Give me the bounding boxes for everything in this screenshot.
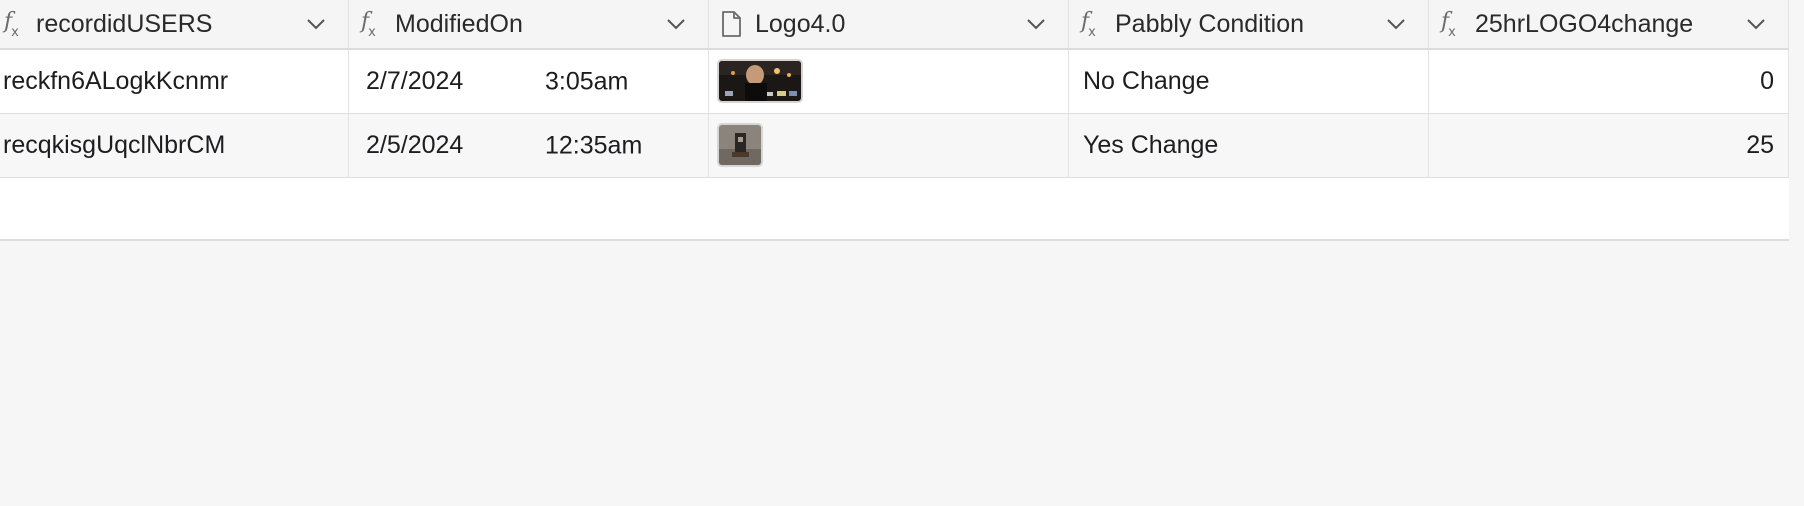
chevron-down-icon[interactable]	[662, 18, 690, 30]
cell-attachment[interactable]	[709, 114, 1069, 177]
table-row[interactable]: recqkisgUqclNbrCM 2/5/2024 12:35am Yes C…	[0, 114, 1804, 178]
table-row[interactable]: reckfn6ALogkKcnmr 2/7/2024 3:05am No Cha…	[0, 50, 1804, 114]
cell-condition[interactable]: Yes Change	[1069, 114, 1429, 177]
column-header-label: Pabbly Condition	[1115, 9, 1305, 38]
column-header-pabbly-condition[interactable]: fx Pabbly Condition	[1069, 0, 1429, 48]
cell-modifiedon[interactable]: 2/7/2024 3:05am	[349, 50, 709, 113]
cell-modifiedon[interactable]: 2/5/2024 12:35am	[349, 114, 709, 177]
column-header-recordidusers[interactable]: fx recordidUSERS	[0, 0, 349, 48]
chevron-down-icon[interactable]	[1382, 18, 1410, 30]
column-header-label: Logo4.0	[755, 9, 846, 38]
column-header-label: 25hrLOGO4change	[1475, 9, 1694, 38]
formula-icon: fx	[361, 9, 376, 40]
chevron-down-icon[interactable]	[302, 18, 330, 30]
cell-time: 12:35am	[545, 131, 643, 159]
cell-recordid[interactable]: recqkisgUqclNbrCM	[0, 114, 349, 177]
column-header-logo4[interactable]: Logo4.0	[709, 0, 1069, 48]
file-icon	[721, 11, 755, 37]
cell-attachment[interactable]	[709, 50, 1069, 113]
cell-recordid[interactable]: reckfn6ALogkKcnmr	[0, 50, 349, 113]
column-header-25hrlogo4change[interactable]: fx 25hrLOGO4change	[1429, 0, 1789, 48]
chevron-down-icon[interactable]	[1742, 18, 1770, 30]
chevron-down-icon[interactable]	[1022, 18, 1050, 30]
column-header-label: ModifiedOn	[395, 9, 523, 38]
formula-icon: fx	[4, 9, 19, 40]
attachment-thumbnail[interactable]	[717, 123, 763, 167]
formula-icon: fx	[1441, 9, 1456, 40]
cell-change[interactable]: 0	[1429, 50, 1789, 113]
add-row-area[interactable]	[0, 178, 1804, 241]
data-grid: fx recordidUSERS fx ModifiedOn Logo4.0 f…	[0, 0, 1804, 241]
cell-date: 2/7/2024	[366, 67, 464, 95]
cell-date: 2/5/2024	[366, 131, 464, 159]
cell-time: 3:05am	[545, 67, 629, 95]
cell-change[interactable]: 25	[1429, 114, 1789, 177]
column-header-modifiedon[interactable]: fx ModifiedOn	[349, 0, 709, 48]
column-header-label: recordidUSERS	[36, 9, 213, 38]
grid-edge	[1789, 0, 1804, 506]
formula-icon: fx	[1081, 9, 1096, 40]
cell-condition[interactable]: No Change	[1069, 50, 1429, 113]
attachment-thumbnail[interactable]	[717, 59, 803, 103]
header-row: fx recordidUSERS fx ModifiedOn Logo4.0 f…	[0, 0, 1804, 50]
